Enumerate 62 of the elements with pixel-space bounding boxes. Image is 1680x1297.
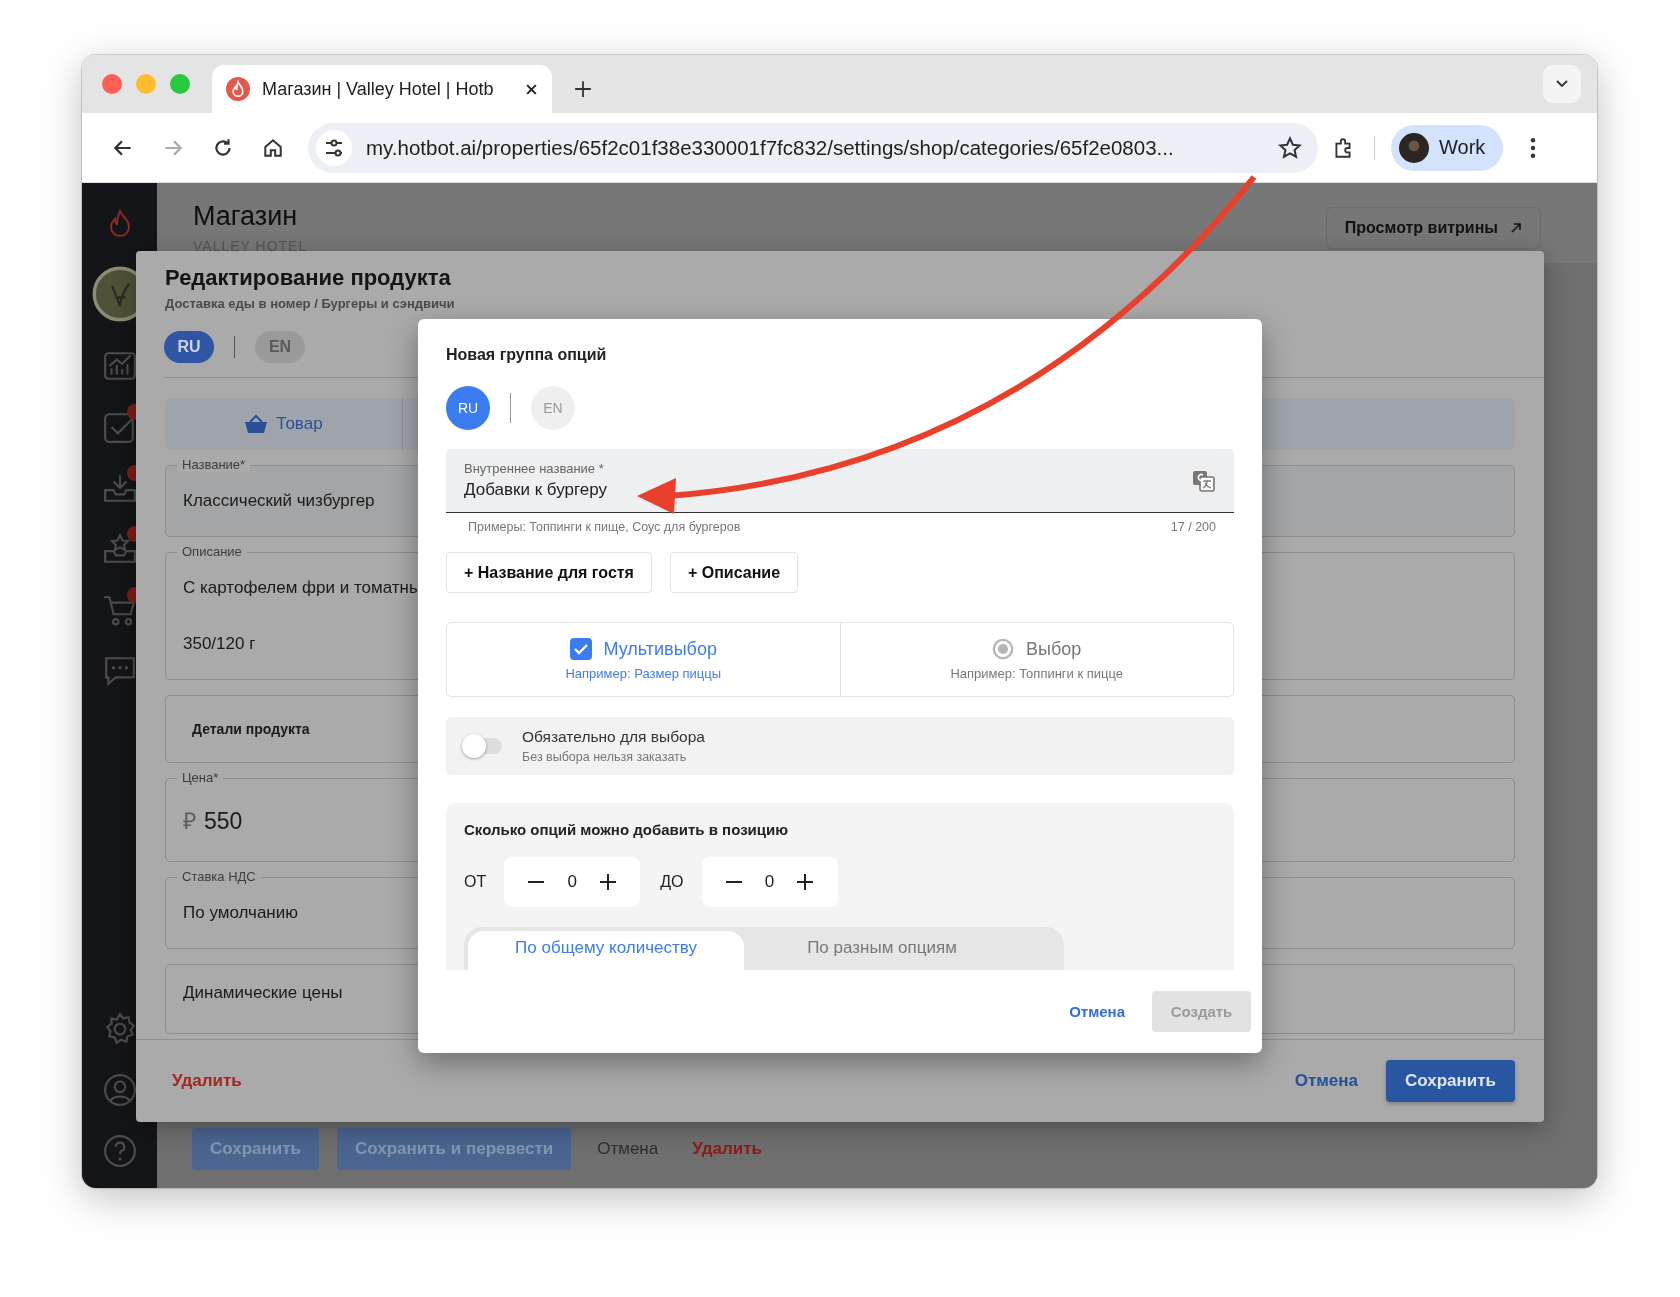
delete-link[interactable]: Удалить (172, 1071, 242, 1091)
hint-text: Примеры: Топпинги к пище, Соус для бургеров (468, 520, 741, 534)
profile-button[interactable]: Work (1391, 124, 1504, 171)
cancel-link[interactable]: Отмена (1069, 991, 1125, 1032)
new-tab-icon[interactable] (574, 80, 592, 98)
mode-option[interactable]: Мультивыбор Например: Размер пиццы (447, 623, 840, 696)
save-button[interactable]: Сохранить (1385, 1060, 1515, 1102)
character-counter: 17 / 200 (1170, 520, 1216, 534)
language-tab[interactable]: RU (164, 331, 214, 363)
language-tab[interactable]: EN (531, 386, 575, 430)
chart-icon[interactable] (102, 349, 137, 383)
cart-icon[interactable] (102, 593, 137, 627)
radio-button[interactable] (992, 638, 1015, 660)
cancel-link[interactable]: Отмена (1294, 1071, 1358, 1091)
external-link-icon (1510, 222, 1522, 234)
tune-icon[interactable] (316, 129, 352, 166)
user-icon[interactable] (102, 1073, 137, 1107)
number-stepper[interactable]: 0 (504, 857, 641, 907)
page-title: Магазин (193, 201, 299, 232)
mode-label: Мультивыбор (603, 638, 717, 660)
puzzle-icon[interactable] (1332, 136, 1354, 159)
reload-icon[interactable] (212, 136, 234, 159)
browser-tab[interactable]: Магазин | Valley Hotel | Hotb (212, 65, 552, 113)
plus-icon[interactable] (796, 873, 815, 891)
star-tray-icon[interactable] (102, 532, 137, 566)
mode-label: Выбор (1026, 638, 1082, 660)
number-stepper[interactable]: 0 (701, 857, 838, 907)
basket-icon (244, 414, 269, 434)
mode-hint: Например: Топпинги к пицце (950, 666, 1124, 681)
bookmark-star-icon[interactable] (1278, 135, 1302, 160)
checkbox-icon[interactable] (102, 410, 137, 444)
language-tab[interactable]: EN (255, 331, 305, 363)
cancel-link[interactable]: Отмена (589, 1128, 667, 1170)
stepper-label: ДО (660, 873, 684, 891)
option-hint: Без выбора нельзя заказать (522, 750, 688, 764)
flame-icon (226, 77, 250, 101)
caret-icon (1556, 80, 1568, 88)
avatar-icon (1399, 132, 1429, 163)
home-icon[interactable] (262, 136, 284, 159)
mode-hint: Например: Размер пиццы (565, 666, 722, 681)
option-label: Обязательно для выбора (522, 728, 705, 746)
storefront-button[interactable]: Просмотр витрины (1325, 207, 1541, 249)
menu-icon[interactable] (1529, 136, 1538, 159)
close-icon[interactable] (525, 82, 538, 96)
translate-icon[interactable] (1192, 469, 1216, 492)
address-bar[interactable]: my.hotbot.ai/properties/65f2c01f38e330001f7fc832/settings/shop/categories/65f2e0803... (308, 122, 1318, 173)
segment-tab[interactable]: По разным опциям (744, 931, 1020, 970)
add-button[interactable]: + Название для гостя (446, 552, 652, 593)
breadcrumb: Доставка еды в номер / Бургеры и сэндвичи (165, 296, 456, 311)
plus-icon[interactable] (599, 873, 618, 891)
mode-option[interactable]: Выбор Например: Топпинги к пицце (839, 623, 1233, 696)
stepper-label: ОТ (464, 873, 487, 891)
dialog-title: Новая группа опций (446, 346, 608, 364)
panel-title: Сколько опций можно добавить в позицию (464, 821, 790, 838)
name-field[interactable]: Внутреннее название * Добавки к бургеру (446, 449, 1234, 513)
product-tab[interactable]: Товар (165, 398, 403, 450)
language-tab[interactable]: RU (446, 386, 490, 430)
checkbox[interactable] (569, 638, 592, 660)
modal-title: Редактирование продукта (165, 265, 452, 291)
chat-icon[interactable] (102, 654, 137, 688)
segment-tab[interactable]: По общему количеству (468, 931, 744, 970)
add-button[interactable]: + Описание (669, 552, 799, 593)
